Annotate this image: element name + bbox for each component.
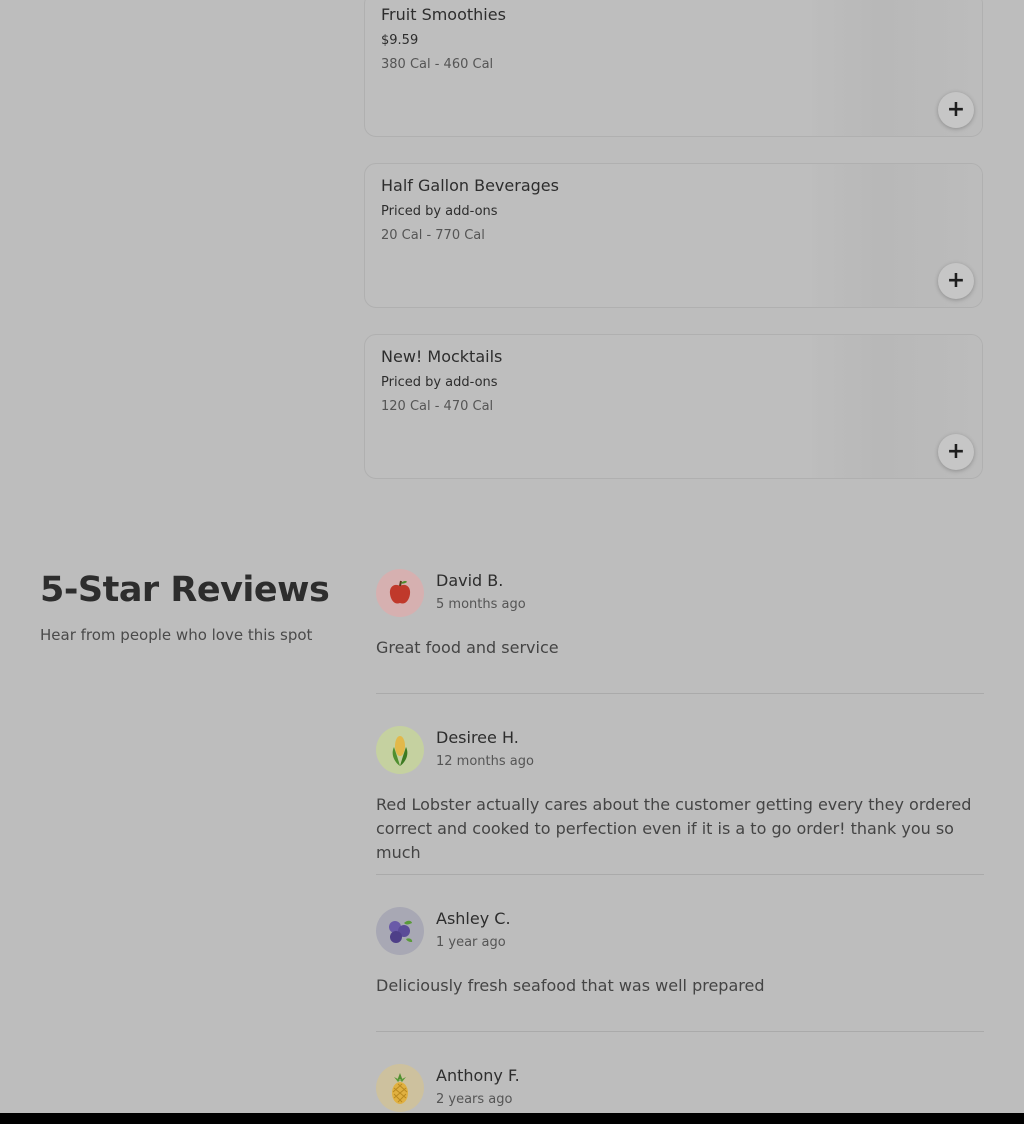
add-item-button[interactable]: + [938, 263, 974, 299]
bottom-bar [0, 1113, 1024, 1124]
review-time: 5 months ago [436, 597, 526, 612]
menu-item-price: $9.59 [381, 33, 419, 48]
avatar [376, 726, 424, 774]
review-time: 2 years ago [436, 1092, 513, 1107]
menu-item-title: New! Mocktails [381, 347, 503, 366]
menu-item-title: Half Gallon Beverages [381, 176, 559, 195]
review-time: 1 year ago [436, 935, 506, 950]
review-item: Ashley C. 1 year ago Deliciously fresh s… [376, 907, 984, 1007]
blueberry-icon [389, 920, 413, 943]
menu-item-card[interactable]: New! Mocktails Priced by add-ons 120 Cal… [364, 334, 983, 479]
divider [376, 874, 984, 875]
add-item-button[interactable]: + [938, 92, 974, 128]
review-text: Red Lobster actually cares about the cus… [376, 795, 972, 862]
divider [376, 1031, 984, 1032]
avatar [376, 1064, 424, 1112]
menu-item-calories: 20 Cal - 770 Cal [381, 228, 485, 243]
menu-item-price: Priced by add-ons [381, 375, 498, 390]
reviews-subheading: Hear from people who love this spot [40, 626, 313, 644]
review-text: Great food and service [376, 638, 559, 657]
menu-item-calories: 380 Cal - 460 Cal [381, 57, 494, 72]
menu-item-title: Fruit Smoothies [381, 5, 506, 24]
reviewer-name: Desiree H. [436, 728, 519, 747]
reviewer-name: David B. [436, 571, 504, 590]
add-item-button[interactable]: + [938, 434, 974, 470]
review-item: Anthony F. 2 years ago [376, 1064, 984, 1114]
apple-icon [389, 580, 411, 604]
menu-item-price: Priced by add-ons [381, 204, 498, 219]
divider [376, 693, 984, 694]
avatar [376, 569, 424, 617]
review-item: David B. 5 months ago Great food and ser… [376, 569, 984, 669]
menu-item-card[interactable]: Fruit Smoothies $9.59 380 Cal - 460 Cal … [364, 0, 983, 137]
reviews-heading: 5-Star Reviews [40, 570, 330, 610]
review-item: Desiree H. 12 months ago Red Lobster act… [376, 726, 984, 862]
review-text: Deliciously fresh seafood that was well … [376, 976, 765, 995]
pineapple-icon [392, 1073, 408, 1104]
reviewer-name: Anthony F. [436, 1066, 520, 1085]
corn-icon [392, 736, 408, 766]
menu-item-card[interactable]: Half Gallon Beverages Priced by add-ons … [364, 163, 983, 308]
avatar [376, 907, 424, 955]
menu-item-calories: 120 Cal - 470 Cal [381, 399, 494, 414]
reviewer-name: Ashley C. [436, 909, 511, 928]
review-time: 12 months ago [436, 754, 534, 769]
